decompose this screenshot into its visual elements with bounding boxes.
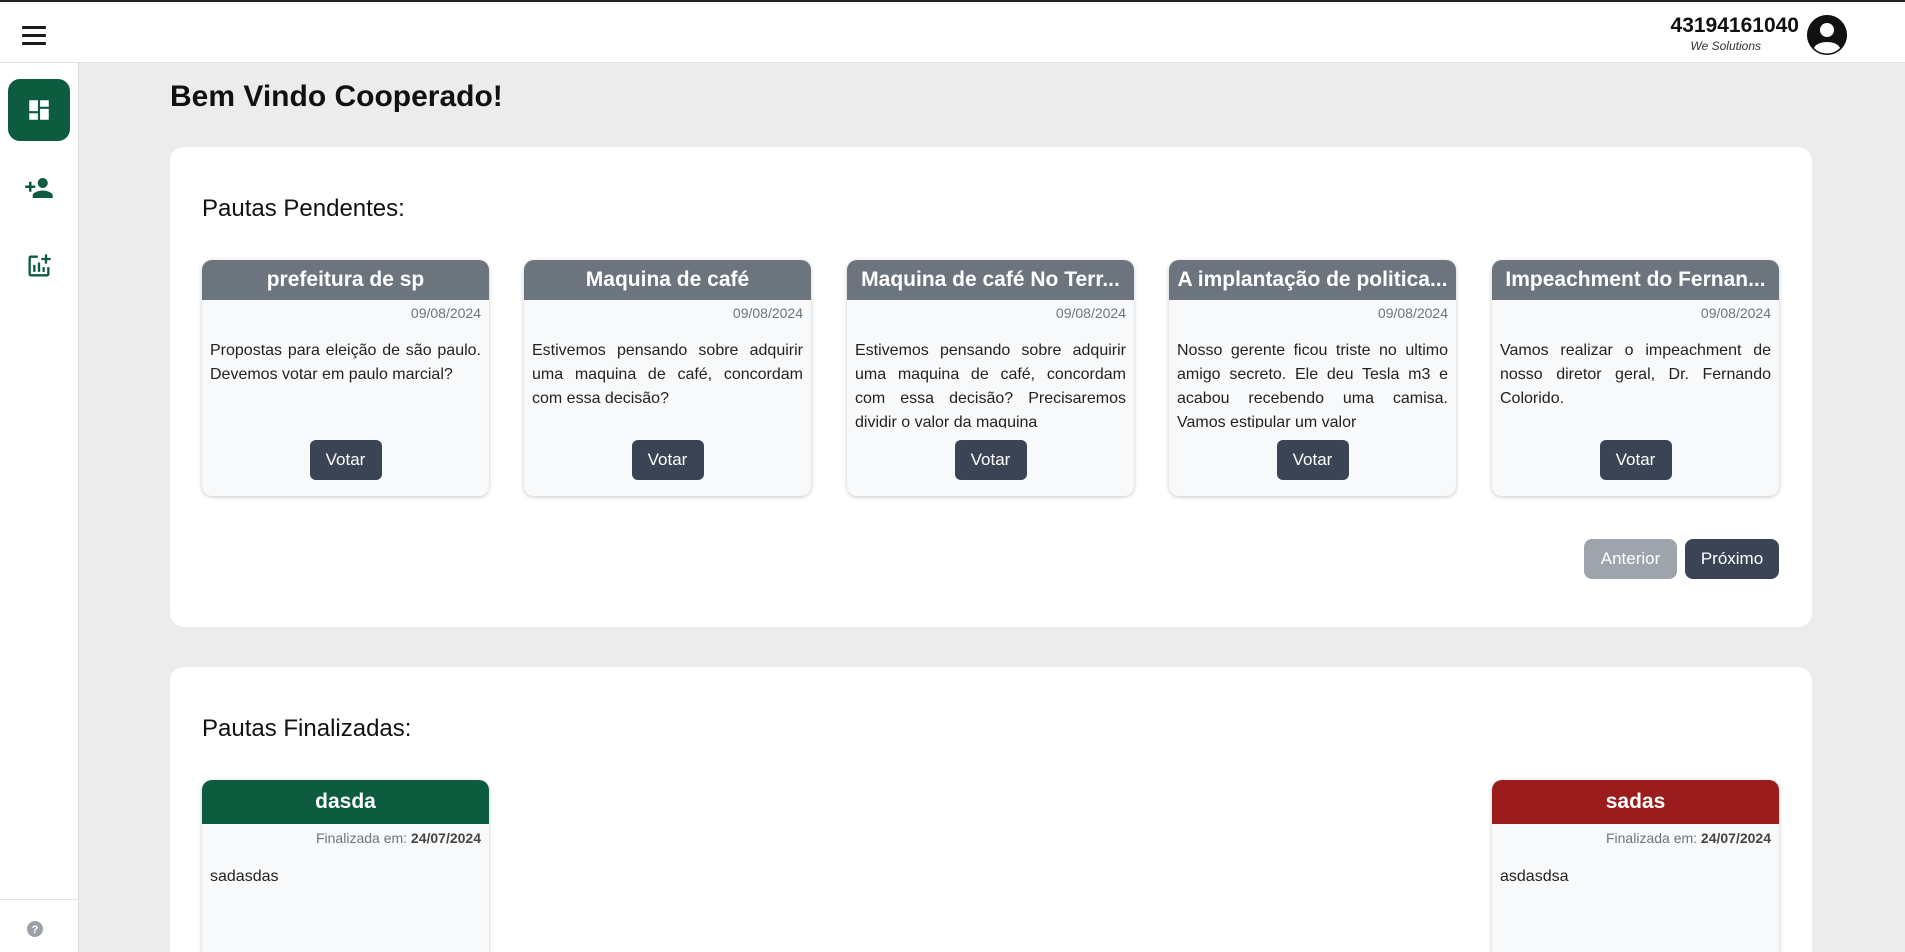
card-date: Finalizada em: 24/07/2024: [1492, 824, 1779, 852]
card-title: Maquina de café No Terr...: [847, 260, 1134, 300]
card-date: 09/08/2024: [1055, 305, 1126, 321]
card-title: prefeitura de sp: [202, 260, 489, 300]
sidebar-item-dashboard[interactable]: [8, 79, 70, 141]
previous-button[interactable]: Anterior: [1584, 539, 1677, 579]
add-chart-icon: [28, 254, 51, 277]
pending-panel: Pautas Pendentes: prefeitura de sp 09/08…: [170, 147, 1812, 627]
pending-card: Impeachment do Fernan... 09/08/2024 Vamo…: [1492, 260, 1779, 496]
card-title: Maquina de café: [524, 260, 811, 300]
card-date: 09/08/2024: [732, 305, 803, 321]
card-description: Estivemos pensando sobre adquirir uma ma…: [855, 342, 1126, 428]
help-icon[interactable]: ?: [26, 920, 44, 938]
hamburger-menu-icon[interactable]: [22, 20, 56, 50]
pending-card: prefeitura de sp 09/08/2024 Propostas pa…: [202, 260, 489, 496]
pending-title: Pautas Pendentes:: [202, 195, 405, 222]
dashboard-icon: [29, 100, 49, 120]
user-id: 43194161040: [1670, 14, 1799, 37]
finished-date: 24/07/2024: [1700, 830, 1771, 846]
sidebar-divider: [0, 899, 78, 900]
user-info: 43194161040 We Solutions: [1671, 13, 1799, 53]
pending-card: Maquina de café 09/08/2024 Estivemos pen…: [524, 260, 811, 496]
finished-card-approved: dasda Finalizada em: 24/07/2024 sadasdas: [202, 780, 489, 952]
card-title: A implantação de politica...: [1169, 260, 1456, 300]
date-prefix: Finalizada em:: [1605, 830, 1698, 846]
card-description: Vamos realizar o impeachment de nosso di…: [1500, 342, 1771, 407]
account-circle-icon[interactable]: [1807, 15, 1847, 55]
vote-button[interactable]: Votar: [1276, 440, 1349, 480]
card-title: Impeachment do Fernan...: [1492, 260, 1779, 300]
finished-title: Pautas Finalizadas:: [202, 715, 412, 742]
company-name: We Solutions: [1690, 39, 1761, 53]
card-description: Nosso gerente ficou triste no ultimo ami…: [1177, 342, 1448, 428]
card-title: sadas: [1492, 780, 1779, 824]
finished-card-rejected: sadas Finalizada em: 24/07/2024 asdasdsa: [1492, 780, 1779, 952]
card-description: sadasdas: [210, 868, 279, 885]
card-description: Propostas para eleição de são paulo. Dev…: [210, 342, 481, 383]
top-bar: 43194161040 We Solutions: [0, 0, 1905, 63]
next-button[interactable]: Próximo: [1685, 539, 1779, 579]
pending-card: Maquina de café No Terr... 09/08/2024 Es…: [847, 260, 1134, 496]
vote-button[interactable]: Votar: [954, 440, 1027, 480]
pending-card: A implantação de politica... 09/08/2024 …: [1169, 260, 1456, 496]
vote-button[interactable]: Votar: [631, 440, 704, 480]
sidebar-item-add-chart[interactable]: [8, 235, 70, 297]
person-add-icon: [25, 178, 53, 198]
card-date: 09/08/2024: [410, 305, 481, 321]
sidebar-item-add-member[interactable]: [8, 157, 70, 219]
finished-date: 24/07/2024: [410, 830, 481, 846]
card-date: Finalizada em: 24/07/2024: [202, 824, 489, 852]
date-prefix: Finalizada em:: [315, 830, 408, 846]
card-date: 09/08/2024: [1700, 305, 1771, 321]
page-title: Bem Vindo Cooperado!: [170, 80, 503, 113]
vote-button[interactable]: Votar: [1599, 440, 1672, 480]
sidebar: ?: [0, 63, 79, 952]
finished-panel: Pautas Finalizadas: dasda Finalizada em:…: [170, 667, 1812, 952]
svg-text:?: ?: [32, 924, 39, 936]
card-description: asdasdsa: [1500, 868, 1569, 885]
card-date: 09/08/2024: [1377, 305, 1448, 321]
card-title: dasda: [202, 780, 489, 824]
vote-button[interactable]: Votar: [309, 440, 382, 480]
card-description: Estivemos pensando sobre adquirir uma ma…: [532, 342, 803, 407]
